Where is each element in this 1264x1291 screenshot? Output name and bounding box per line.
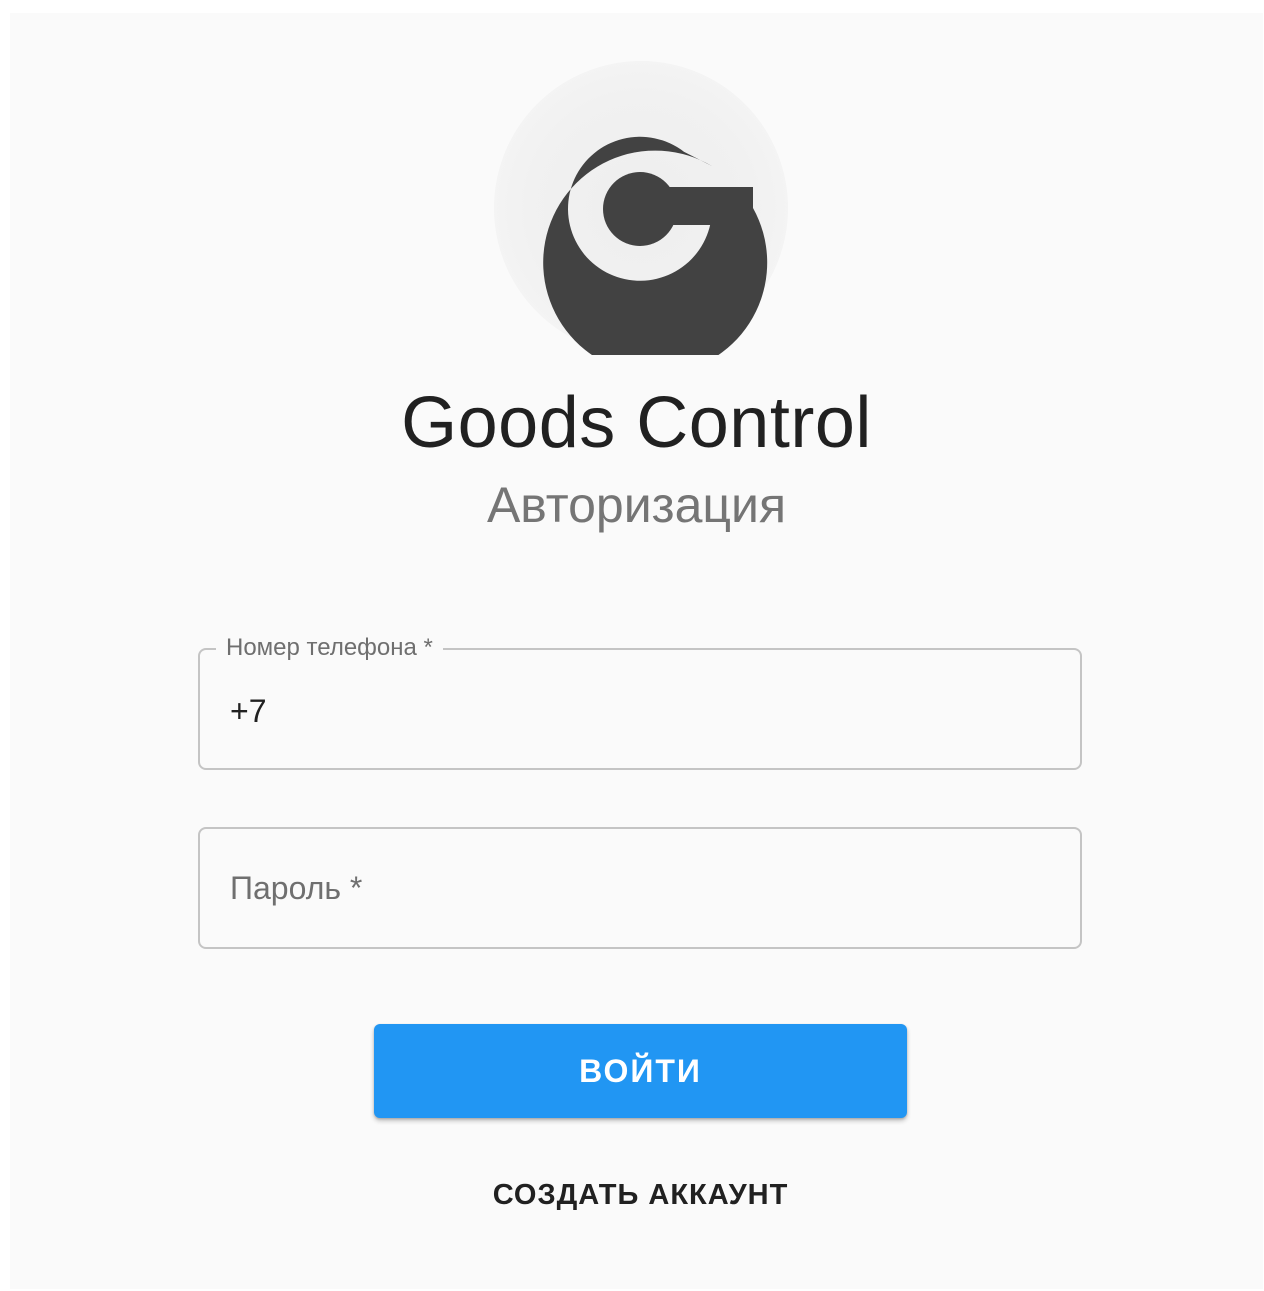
goods-control-logo-icon [543, 136, 768, 355]
phone-field[interactable]: Номер телефона * [198, 632, 1082, 772]
logo [494, 61, 788, 355]
phone-input[interactable] [230, 650, 1060, 772]
create-account-button[interactable]: СОЗДАТЬ АККАУНТ [374, 1163, 907, 1227]
password-field[interactable]: Пароль * [198, 827, 1082, 949]
login-button[interactable]: ВОЙТИ [374, 1024, 907, 1118]
page-subtitle: Авторизация [486, 477, 787, 533]
password-input[interactable] [230, 829, 1060, 947]
login-page: Goods Control Авторизация Номер телефона… [10, 13, 1263, 1289]
app-title: Goods Control [401, 383, 872, 463]
